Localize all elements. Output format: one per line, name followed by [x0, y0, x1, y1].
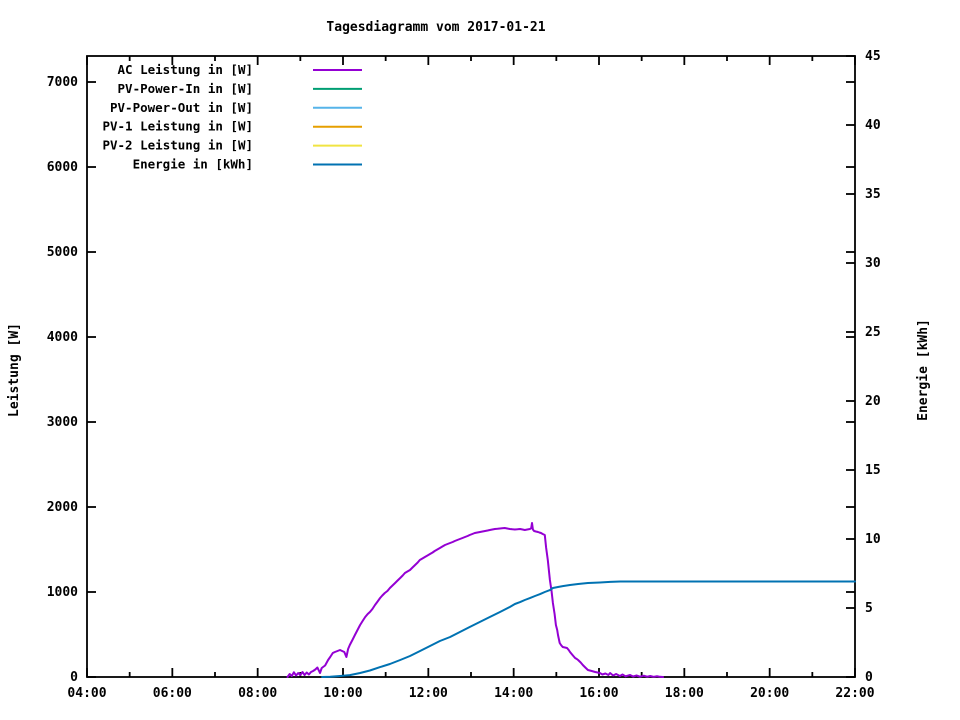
y-right-axis-label: Energie [kWh]: [916, 319, 931, 421]
legend-label: PV-Power-Out in [W]: [110, 100, 253, 115]
y-right-tick-label: 40: [865, 118, 881, 133]
x-tick-label: 06:00: [153, 686, 192, 701]
x-tick-label: 14:00: [494, 686, 533, 701]
y-left-tick-label: 5000: [47, 245, 78, 260]
legend-label: AC Leistung in [W]: [118, 62, 253, 77]
y-right-tick-label: 25: [865, 325, 881, 340]
y-left-axis-label: Leistung [W]: [7, 323, 22, 417]
y-left-tick-label: 4000: [47, 330, 78, 345]
y-right-tick-label: 15: [865, 463, 881, 478]
y-right-tick-label: 35: [865, 187, 881, 202]
legend-label: Energie in [kWh]: [133, 157, 253, 172]
x-tick-label: 20:00: [750, 686, 789, 701]
x-tick-label: 10:00: [323, 686, 362, 701]
daily-pv-chart: Tagesdiagramm vom 2017-01-21 Leistung [W…: [7, 20, 931, 701]
y-left-tick-label: 1000: [47, 585, 78, 600]
y-left-tick-label: 7000: [47, 75, 78, 90]
chart-title: Tagesdiagramm vom 2017-01-21: [326, 20, 545, 35]
series-line-energie-in-kwh: [321, 580, 856, 678]
x-tick-label: 22:00: [835, 686, 874, 701]
y-left-tick-label: 6000: [47, 160, 78, 175]
y-right-tick-label: 20: [865, 394, 881, 409]
chart-page: Tagesdiagramm vom 2017-01-21 Leistung [W…: [0, 0, 960, 720]
legend-label: PV-1 Leistung in [W]: [102, 119, 253, 134]
y-left-tick-label: 2000: [47, 500, 78, 515]
y-right-tick-label: 0: [865, 670, 873, 685]
legend-label: PV-Power-In in [W]: [118, 81, 253, 96]
y-right-tick-label: 45: [865, 49, 881, 64]
series-line-ac-leistung-in-w: [286, 522, 664, 678]
x-tick-label: 08:00: [238, 686, 277, 701]
legend-label: PV-2 Leistung in [W]: [102, 138, 253, 153]
y-right-tick-label: 10: [865, 532, 881, 547]
chart-legend: AC Leistung in [W] PV-Power-In in [W] PV-P…: [102, 62, 362, 172]
y-right-tick-label: 5: [865, 601, 873, 616]
y-left-tick-label: 0: [70, 670, 78, 685]
data-series: [286, 522, 856, 678]
x-tick-label: 18:00: [665, 686, 704, 701]
y-right-tick-label: 30: [865, 256, 881, 271]
x-tick-label: 12:00: [409, 686, 448, 701]
x-tick-label: 04:00: [67, 686, 106, 701]
x-tick-label: 16:00: [579, 686, 618, 701]
y-left-tick-label: 3000: [47, 415, 78, 430]
